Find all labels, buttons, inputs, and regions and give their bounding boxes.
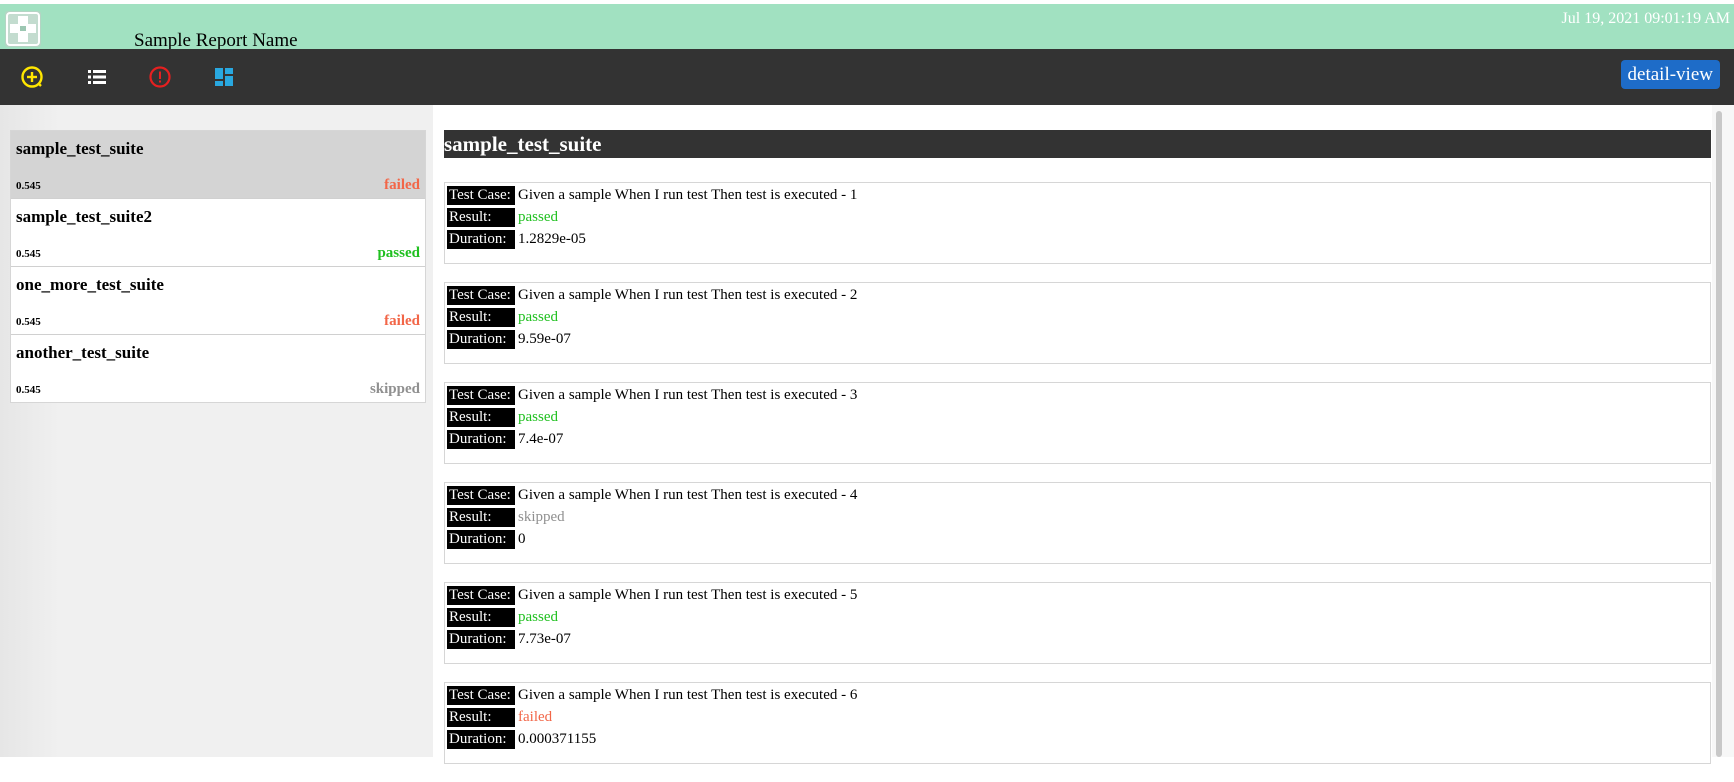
test-case-result: failed [518,708,553,725]
suite-duration: 0.545 [16,248,41,260]
dashboard-icon[interactable] [212,65,236,89]
result-label: Result: [447,307,515,327]
test-case-result: passed [518,608,558,625]
test-case-label: Test Case: [447,485,515,505]
test-case-result: passed [518,308,558,325]
test-case-name: Given a sample When I run test Then test… [518,586,858,603]
test-case-duration: 1.2829e-05 [518,230,586,247]
toolbar: detail-view [0,49,1734,105]
test-case-card: Test Case: Given a sample When I run test… [444,682,1711,764]
duration-label: Duration: [447,529,515,549]
duration-label: Duration: [447,429,515,449]
test-case-result: passed [518,408,558,425]
suite-status: passed [377,245,420,261]
test-case-name: Given a sample When I run test Then test… [518,686,858,703]
scrollbar-thumb[interactable] [1716,111,1722,757]
test-case-duration: 0 [518,530,526,547]
add-circle-icon[interactable] [20,65,44,89]
report-body: sample_test_suite 0.545 failed sample_test_… [0,105,1734,764]
suite-name: another_test_suite [16,343,150,362]
test-case-duration: 9.59e-07 [518,330,571,347]
result-label: Result: [447,507,515,527]
result-label: Result: [447,407,515,427]
suite-list-item[interactable]: one_more_test_suite 0.545 failed [11,267,425,335]
duration-label: Duration: [447,729,515,749]
test-case-result: skipped [518,508,565,525]
suite-title: sample_test_suite [444,130,1711,158]
suite-list-item[interactable]: sample_test_suite2 0.545 passed [11,199,425,267]
suite-detail-panel: sample_test_suite Test Case: Given a samp… [433,105,1712,764]
suite-list: sample_test_suite 0.545 failed sample_test_… [10,130,426,403]
test-case-label: Test Case: [447,285,515,305]
test-case-card: Test Case: Given a sample When I run test… [444,382,1711,464]
detail-view-button[interactable]: detail-view [1620,60,1720,89]
test-case-list: Test Case: Given a sample When I run test… [444,182,1711,782]
test-case-duration: 7.73e-07 [518,630,571,647]
test-case-duration: 0.000371155 [518,730,597,747]
test-case-card: Test Case: Given a sample When I run test… [444,482,1711,564]
suite-status: skipped [369,381,420,397]
result-label: Result: [447,607,515,627]
test-case-name: Given a sample When I run test Then test… [518,486,858,503]
suite-duration: 0.545 [16,316,41,328]
alert-circle-icon[interactable] [148,65,172,89]
suite-name: one_more_test_suite [16,275,164,294]
test-case-card: Test Case: Given a sample When I run test… [444,582,1711,664]
suite-status: failed [384,313,420,329]
test-case-name: Given a sample When I run test Then test… [518,186,858,203]
suite-status: failed [384,177,420,193]
result-label: Result: [447,207,515,227]
test-case-card: Test Case: Given a sample When I run test… [444,282,1711,364]
duration-label: Duration: [447,229,515,249]
test-case-label: Test Case: [447,185,515,205]
duration-label: Duration: [447,629,515,649]
test-case-label: Test Case: [447,585,515,605]
test-case-name: Given a sample When I run test Then test… [518,286,858,303]
test-case-result: passed [518,208,558,225]
test-case-label: Test Case: [447,685,515,705]
suite-duration: 0.545 [16,180,41,192]
test-case-name: Given a sample When I run test Then test… [518,386,858,403]
suite-name: sample_test_suite [16,139,144,158]
app-logo-icon [5,11,41,47]
result-label: Result: [447,707,515,727]
report-timestamp: Jul 19, 2021 09:01:19 AM [1561,10,1730,27]
test-case-card: Test Case: Given a sample When I run test… [444,182,1711,264]
test-case-label: Test Case: [447,385,515,405]
suite-list-item[interactable]: sample_test_suite 0.545 failed [11,131,425,199]
suite-name: sample_test_suite2 [16,207,152,226]
report-header: Sample Report Name Jul 19, 2021 09:01:19… [0,4,1734,51]
duration-label: Duration: [447,329,515,349]
test-case-duration: 7.4e-07 [518,430,564,447]
suite-list-item[interactable]: another_test_suite 0.545 skipped [11,335,425,402]
list-icon[interactable] [85,65,109,89]
suite-duration: 0.545 [16,384,41,396]
